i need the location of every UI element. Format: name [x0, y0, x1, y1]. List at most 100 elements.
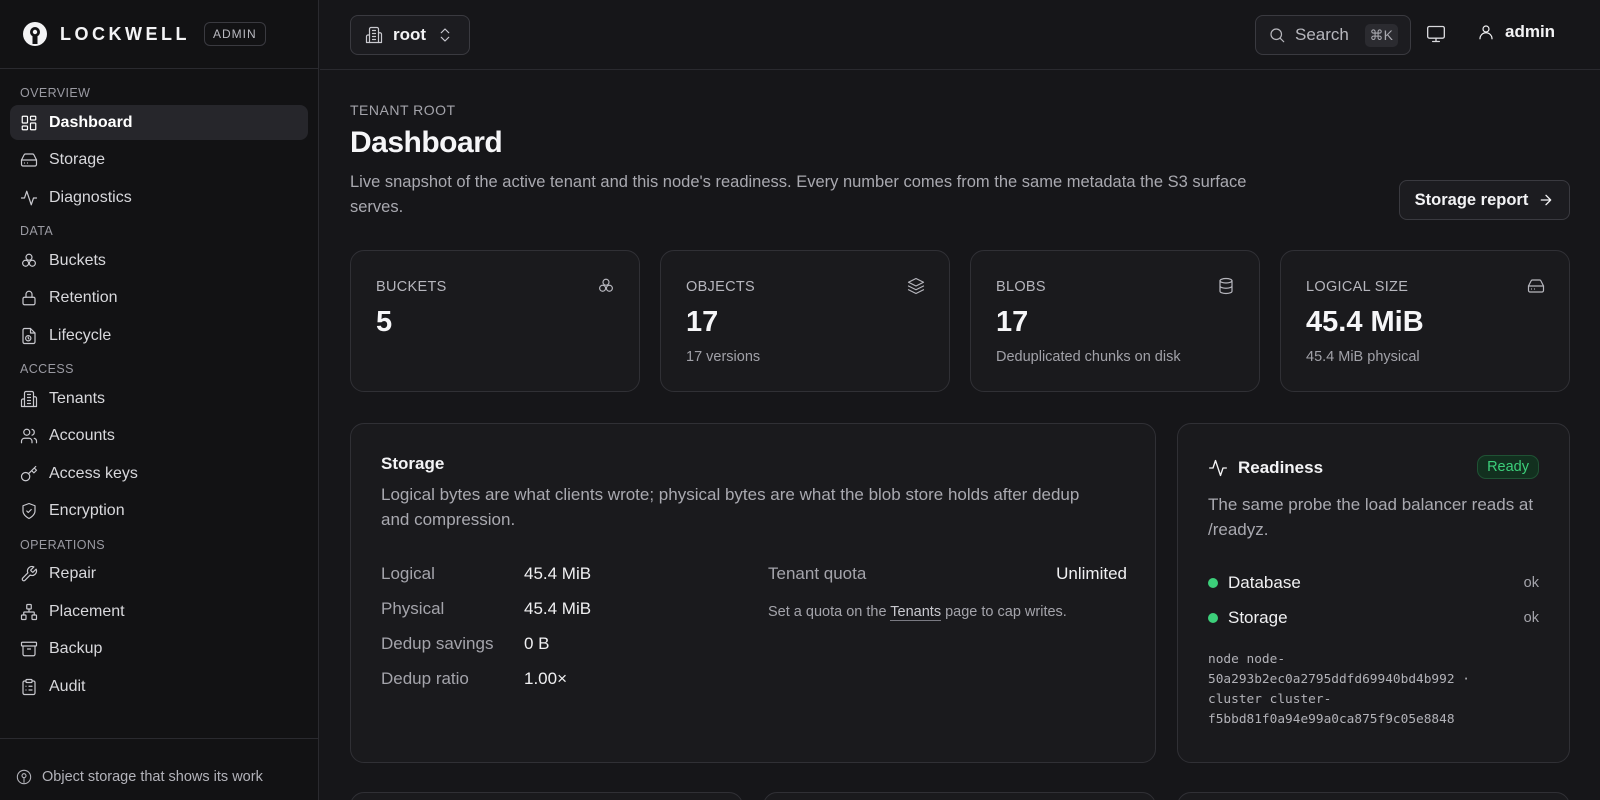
node-cluster-info: node node- 50a293b2ec0a2795ddfd69940bd4b…: [1208, 650, 1548, 730]
status-badge: Ready: [1477, 455, 1539, 479]
buckets-icon: [597, 277, 615, 295]
monitor-icon: [1426, 24, 1446, 44]
nav-section-data: DATA: [20, 224, 54, 238]
stat-card-blobs: BLOBS 17 Deduplicated chunks on disk: [970, 250, 1260, 392]
stat-sub: Deduplicated chunks on disk: [996, 349, 1181, 365]
storage-card-description: Logical bytes are what clients wrote; ph…: [381, 485, 1080, 529]
stat-card-buckets: BUCKETS 5: [350, 250, 640, 392]
archive-icon: [20, 640, 38, 658]
card-offscreen: [763, 792, 1156, 800]
database-icon: [1217, 277, 1235, 295]
nav-section-operations: OPERATIONS: [20, 537, 106, 552]
admin-badge: ADMIN: [203, 22, 266, 46]
sidebar-item-backup[interactable]: Backup: [10, 632, 308, 667]
quota-note-prefix: Set a quota on the: [768, 604, 891, 620]
sidebar-item-buckets[interactable]: Buckets: [10, 243, 308, 278]
sidebar-item-access-keys[interactable]: Access keys: [10, 456, 308, 491]
user-icon: [1477, 23, 1495, 41]
lockwell-logo-icon[interactable]: [22, 21, 48, 47]
check-label: Database: [1228, 573, 1301, 592]
brand: LOCKWELL ADMIN: [0, 0, 318, 69]
stat-card-objects: OBJECTS 17 17 versions: [660, 250, 950, 392]
search-icon: [1268, 26, 1286, 44]
sidebar-item-encryption[interactable]: Encryption: [10, 494, 308, 529]
search-shortcut: ⌘K: [1364, 23, 1398, 47]
wrench-icon: [20, 565, 38, 583]
search-button[interactable]: Search ⌘K: [1255, 15, 1411, 55]
sidebar-item-accounts[interactable]: Accounts: [10, 419, 308, 454]
metric-label: Physical: [381, 599, 445, 618]
sidebar-item-storage[interactable]: Storage: [10, 143, 308, 178]
stat-label: BUCKETS: [376, 279, 447, 295]
sidebar-item-label: Placement: [49, 602, 125, 620]
search-label: Search: [1295, 25, 1349, 44]
building-icon: [365, 26, 383, 44]
storage-report-button[interactable]: Storage report: [1399, 180, 1570, 220]
sidebar-item-label: Storage: [49, 151, 106, 168]
sidebar-item-label: Retention: [49, 289, 118, 306]
sidebar-item-retention[interactable]: Retention: [10, 281, 308, 316]
sidebar-item-label: Dashboard: [49, 113, 133, 131]
sidebar-item-audit[interactable]: Audit: [10, 669, 308, 704]
card-offscreen: [1177, 792, 1570, 800]
check-database: Database ok: [1208, 572, 1539, 594]
sidebar-item-lifecycle[interactable]: Lifecycle: [10, 318, 308, 353]
node-info-line: f5bbd81f0a94e99a0ca875f9c05e8848: [1208, 712, 1455, 727]
sidebar-item-diagnostics[interactable]: Diagnostics: [10, 180, 308, 215]
sidebar: LOCKWELL ADMIN OVERVIEW Dashboard Storag…: [0, 0, 319, 800]
node-info-line: 50a293b2ec0a2795ddfd69940bd4b992 ·: [1208, 672, 1470, 687]
shield-check-icon: [20, 502, 38, 520]
activity-icon: [20, 189, 38, 207]
brand-name: LOCKWELL: [60, 23, 190, 44]
nav-section-access: ACCESS: [20, 362, 74, 376]
theme-display-button[interactable]: [1426, 24, 1446, 44]
metric-value: 45.4 MiB: [524, 564, 592, 583]
sidebar-item-placement[interactable]: Placement: [10, 594, 308, 629]
tenant-quota-note: Set a quota on the Tenants page to cap w…: [768, 604, 1067, 621]
arrow-right-icon: [1538, 192, 1554, 208]
stat-sub: 45.4 MiB physical: [1306, 349, 1420, 365]
status-dot: [1208, 613, 1218, 623]
node-info-line: cluster cluster-: [1208, 692, 1332, 707]
storage-report-label: Storage report: [1414, 190, 1529, 209]
sidebar-item-label: Tenants: [49, 389, 106, 407]
sidebar-item-dashboard[interactable]: Dashboard: [10, 105, 308, 140]
topbar: root Search ⌘K admin: [320, 0, 1600, 70]
tenant-switcher[interactable]: root: [350, 15, 470, 55]
user-menu[interactable]: admin: [1477, 22, 1555, 42]
network-icon: [20, 603, 38, 621]
users-icon: [20, 427, 38, 445]
check-status: ok: [1523, 575, 1539, 591]
readiness-title: Readiness: [1238, 458, 1324, 477]
footer-tagline: Object storage that shows its work: [42, 768, 263, 785]
check-status: ok: [1523, 610, 1539, 626]
stat-sub: 17 versions: [686, 349, 761, 365]
readiness-header: Readiness: [1208, 458, 1323, 478]
sidebar-item-label: Lifecycle: [49, 326, 112, 344]
sidebar-item-tenants[interactable]: Tenants: [10, 381, 308, 416]
sidebar-item-label: Access keys: [49, 464, 138, 482]
sidebar-item-label: Encryption: [49, 502, 125, 519]
metric-value: 1.00×: [524, 669, 568, 688]
check-label: Storage: [1228, 608, 1288, 627]
layers-icon: [907, 277, 925, 295]
hard-drive-icon: [1527, 277, 1545, 295]
status-dot: [1208, 578, 1218, 588]
tenants-link[interactable]: Tenants: [890, 604, 942, 621]
readiness-card: Readiness Ready The same probe the load …: [1177, 423, 1570, 763]
metric-label: Dedup savings: [381, 634, 494, 653]
user-name: admin: [1505, 22, 1556, 41]
stat-value: 17: [686, 306, 719, 338]
page-description: Live snapshot of the active tenant and t…: [350, 173, 1247, 216]
building-icon: [20, 390, 38, 408]
sidebar-item-label: Repair: [49, 565, 97, 582]
sidebar-item-repair[interactable]: Repair: [10, 557, 308, 592]
file-clock-icon: [20, 327, 38, 345]
metric-value: 45.4 MiB: [524, 599, 592, 618]
hard-drive-icon: [20, 151, 38, 169]
sidebar-item-label: Audit: [49, 677, 86, 695]
check-storage: Storage ok: [1208, 607, 1539, 629]
metric-label: Logical: [381, 564, 435, 583]
stat-label: BLOBS: [996, 279, 1046, 295]
metric-label: Dedup ratio: [381, 669, 469, 688]
